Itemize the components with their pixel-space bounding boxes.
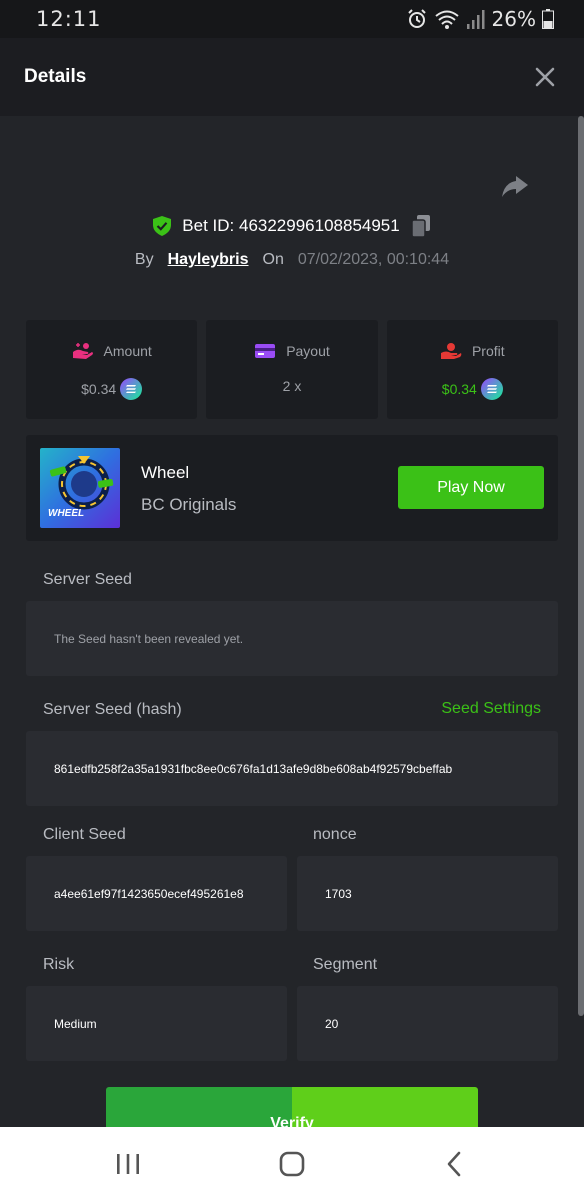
profit-card: Profit $0.34 — [386, 320, 558, 419]
amount-label: Amount — [103, 343, 152, 359]
page-title: Details — [24, 66, 87, 87]
profit-label: Profit — [471, 343, 505, 359]
game-name: Wheel — [141, 463, 190, 482]
profit-value: $0.34 — [441, 381, 477, 397]
segment-field[interactable]: 20 — [297, 986, 558, 1061]
amount-icon — [72, 343, 93, 359]
server-seed-label: Server Seed — [43, 571, 132, 588]
bet-author-row: By Hayleybris On 07/02/2023, 00:10:44 — [0, 248, 584, 272]
status-icons: 26% — [406, 6, 554, 32]
game-card: WHEEL Wheel BC Originals Play Now — [26, 435, 558, 541]
bet-stats: Amount $0.34 Payout 2 x Profit $0.34 — [26, 320, 558, 419]
signal-icon — [466, 10, 485, 29]
copy-icon[interactable] — [410, 214, 432, 238]
game-thumbnail[interactable]: WHEEL — [40, 448, 120, 528]
payout-label: Payout — [286, 343, 330, 359]
amount-value: $0.34 — [81, 381, 117, 397]
payout-value: 2 x — [282, 378, 302, 394]
game-provider: BC Originals — [141, 495, 237, 514]
payout-card: Payout 2 x — [206, 320, 378, 419]
amount-card: Amount $0.34 — [26, 320, 198, 419]
alarm-icon — [407, 9, 426, 28]
status-bar: 12:11 26% — [0, 0, 584, 38]
recent-apps-icon[interactable] — [113, 1149, 143, 1179]
play-now-button[interactable]: Play Now — [398, 466, 544, 509]
status-time: 12:11 — [36, 7, 102, 31]
client-seed-field[interactable]: a4ee61ef97f1423650ecef495261e8 — [26, 856, 287, 931]
sol-coin-icon — [480, 378, 503, 400]
bet-date: 07/02/2023, 00:10:44 — [297, 251, 450, 268]
card-icon — [255, 344, 276, 358]
nonce-field[interactable]: 1703 — [297, 856, 558, 931]
seed-settings-link[interactable]: Seed Settings — [441, 700, 541, 718]
server-seed-hash-label: Server Seed (hash) — [43, 701, 182, 718]
profit-icon — [440, 343, 462, 359]
nonce-label: nonce — [313, 826, 357, 843]
sol-coin-icon — [120, 378, 143, 400]
risk-field[interactable]: Medium — [26, 986, 287, 1061]
bet-id-row: Bet ID: 46322996108854951 — [0, 212, 584, 240]
system-nav-bar — [0, 1127, 584, 1200]
back-icon[interactable] — [440, 1149, 470, 1179]
client-seed-label: Client Seed — [43, 826, 126, 843]
segment-label: Segment — [313, 956, 378, 973]
by-label: By — [134, 251, 154, 268]
battery-percent: 26% — [491, 7, 536, 31]
on-label: On — [262, 251, 284, 268]
bet-id-label: Bet ID: — [182, 216, 235, 235]
game-thumb-text: WHEEL — [48, 508, 85, 519]
close-icon[interactable] — [534, 66, 556, 88]
verified-shield-icon — [153, 216, 172, 236]
wifi-icon — [434, 10, 459, 29]
username-link[interactable]: Hayleybris — [168, 251, 249, 269]
share-icon[interactable] — [500, 170, 530, 200]
server-seed-field[interactable]: The Seed hasn't been revealed yet. — [26, 601, 558, 676]
bet-id-value: 46322996108854951 — [238, 216, 400, 235]
details-header: Details — [0, 38, 584, 116]
home-icon[interactable] — [277, 1149, 307, 1179]
battery-icon — [542, 9, 554, 29]
server-seed-hash-field[interactable]: 861edfb258f2a35a1931fbc8ee0c676fa1d13afe… — [26, 731, 558, 806]
risk-label: Risk — [43, 956, 75, 973]
